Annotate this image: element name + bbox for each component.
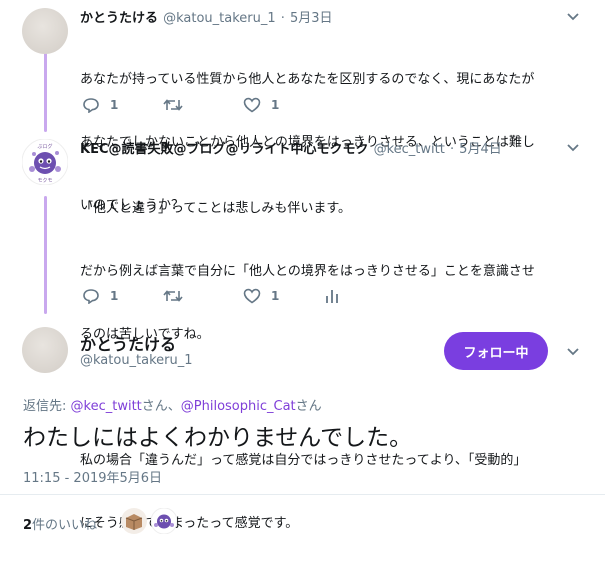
like-icon <box>243 97 261 113</box>
follow-button[interactable]: フォロー中 <box>444 332 548 370</box>
tweet-timestamp[interactable]: 11:15 - 2019年5月6日 <box>23 467 162 486</box>
reply-button[interactable]: 1 <box>82 97 118 113</box>
tweet-date[interactable]: 5月4日 <box>459 142 502 157</box>
user-name[interactable]: かとうたける <box>80 331 176 355</box>
reply-count: 1 <box>110 289 119 303</box>
likes-stat[interactable]: 2件のいいね <box>23 514 97 533</box>
tweet-header: KEC@読書失敗@ブログ@リライト中心モクモク @kec_twitt · 5月4… <box>80 142 502 157</box>
retweet-icon <box>163 290 183 302</box>
reply-button[interactable]: 1 <box>82 288 118 304</box>
chevron-down-icon[interactable] <box>566 347 580 357</box>
like-count: 1 <box>271 289 280 303</box>
divider <box>0 494 605 495</box>
liker-avatar[interactable] <box>121 508 147 534</box>
tweet-header: かとうたける @katou_takeru_1 · 5月3日 <box>80 11 333 26</box>
likes-label: 件のいいね <box>32 518 98 533</box>
user-handle[interactable]: @katou_takeru_1 <box>80 353 193 368</box>
user-name[interactable]: かとうたける <box>80 11 158 26</box>
like-button[interactable]: 1 <box>243 288 279 304</box>
reply-icon <box>83 289 99 304</box>
svg-text:モクモ: モクモ <box>37 178 52 184</box>
tweet-text-line: あなたが持っている性質から他人とあなたを区別するのでなく、現にあなたが <box>80 72 535 87</box>
chevron-down-icon[interactable] <box>566 12 580 22</box>
like-count: 1 <box>271 98 280 112</box>
analytics-button[interactable] <box>325 288 339 304</box>
tweet-text-line: 「他人と違う」ってことは悲しみも伴います。 <box>80 201 352 216</box>
svg-text:ぶログ: ぶログ <box>37 143 52 150</box>
tweet-date[interactable]: 5月3日 <box>290 11 333 26</box>
like-icon <box>243 288 261 304</box>
avatar[interactable]: ぶログ モクモ <box>22 139 68 185</box>
analytics-icon <box>326 290 338 303</box>
avatar[interactable] <box>22 8 68 54</box>
thread-line <box>44 196 47 314</box>
reply-suffix: さん、 <box>141 399 181 414</box>
reply-icon <box>83 98 99 113</box>
like-button[interactable]: 1 <box>243 97 279 113</box>
avatar[interactable] <box>22 327 68 373</box>
reply-context: 返信先: @kec_twittさん、@Philosophic_Catさん <box>23 395 322 414</box>
user-handle[interactable]: @katou_takeru_1 <box>163 11 276 26</box>
chevron-down-icon[interactable] <box>566 143 580 153</box>
reply-user-link[interactable]: @kec_twitt <box>71 399 142 414</box>
user-handle[interactable]: @kec_twitt <box>374 142 445 157</box>
liker-avatar[interactable] <box>151 508 177 534</box>
retweet-button[interactable] <box>163 98 183 112</box>
retweet-button[interactable] <box>163 289 183 303</box>
main-tweet-text: わたしにはよくわかりませんでした。 <box>23 425 413 451</box>
retweet-icon <box>163 99 183 111</box>
tweet-text-line: だから例えば言葉で自分に「他人との境界をはっきりさせる」ことを意識させ <box>80 264 535 279</box>
user-name[interactable]: KEC@読書失敗@ブログ@リライト中心モクモク <box>80 142 369 157</box>
reply-count: 1 <box>110 98 119 112</box>
likes-count: 2 <box>23 518 33 533</box>
reply-suffix: さん <box>295 399 322 414</box>
reply-prefix: 返信先: <box>23 399 71 414</box>
reply-user-link[interactable]: @Philosophic_Cat <box>181 399 296 414</box>
